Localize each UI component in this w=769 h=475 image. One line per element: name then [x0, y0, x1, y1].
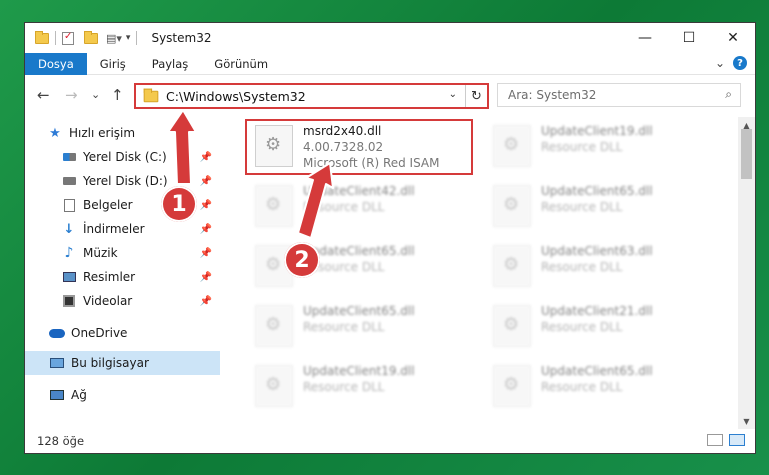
annotation-arrows	[167, 109, 334, 239]
step-2-badge: 2	[284, 242, 320, 278]
step-1-badge: 1	[161, 186, 197, 222]
arrow-2	[297, 162, 334, 239]
arrow-1	[167, 109, 197, 185]
